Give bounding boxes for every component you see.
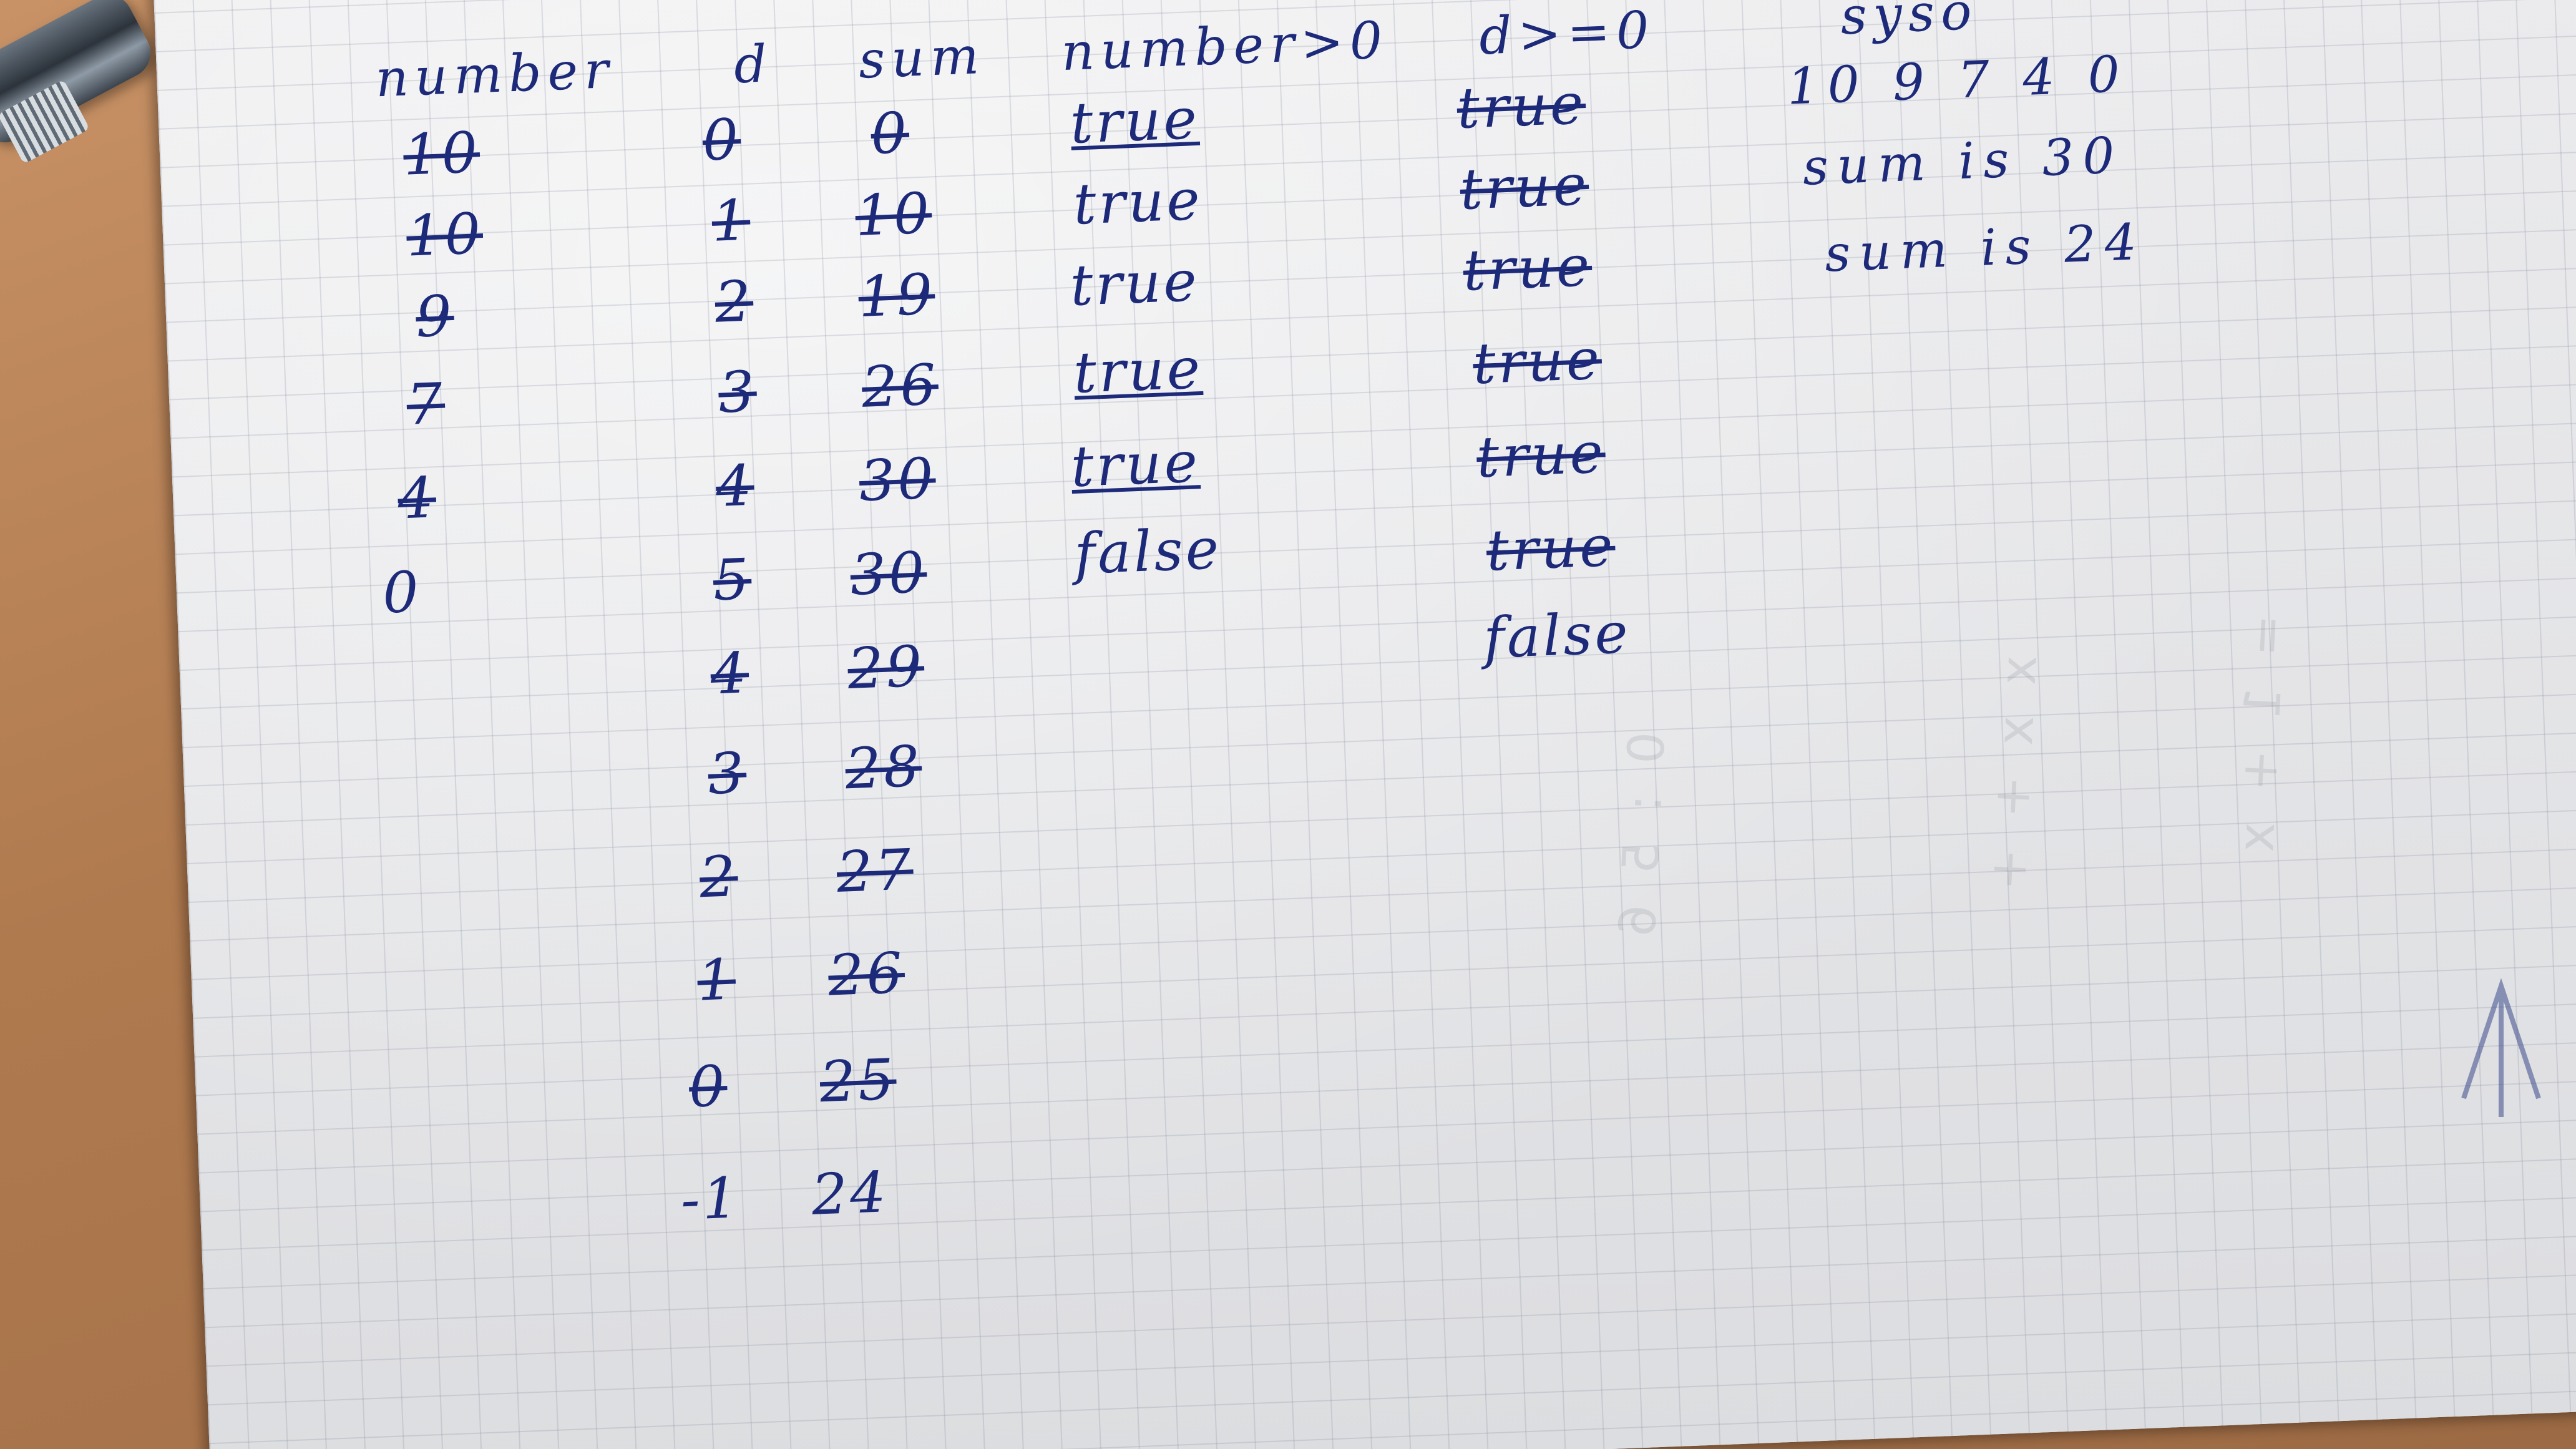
d-cell: 4 (709, 640, 750, 708)
number-cell: 9 (414, 283, 456, 351)
d-cell: 0 (688, 1053, 729, 1121)
header-d: d (733, 34, 774, 95)
show-through-marks: x x + + (1978, 653, 2048, 899)
header-d-greater-equal-zero: d>=0 (1478, 0, 1657, 67)
syso-output-line: 10 9 7 4 0 (1786, 44, 2130, 116)
d-cell: -1 (679, 1165, 742, 1233)
d-cell: 3 (717, 359, 758, 426)
d-cell: 3 (706, 740, 748, 807)
d-cell: 2 (698, 844, 739, 911)
desk-background: x x + + = 1 + x 0 : 5 6 number d sum num… (0, 0, 2576, 1449)
syso-output-line: sum is 30 (1801, 126, 2124, 197)
d-cell: 0 (701, 107, 743, 174)
pen-drawn-arrow-mark (2461, 978, 2541, 1117)
sum-cell: 24 (810, 1159, 890, 1228)
number-greater-zero-cell: false (1073, 516, 1222, 587)
sum-cell: 26 (861, 352, 940, 421)
d-greater-equal-zero-cell: false (1482, 600, 1632, 671)
grid-paper-sheet: x x + + = 1 + x 0 : 5 6 number d sum num… (153, 0, 2576, 1449)
number-greater-zero-cell: true (1069, 248, 1201, 319)
header-syso: syso (1839, 0, 1979, 47)
number-cell: 7 (405, 371, 446, 438)
sum-cell: 26 (827, 940, 906, 1009)
number-greater-zero-cell: true (1072, 335, 1204, 406)
header-number: number (374, 40, 616, 109)
sum-cell: 29 (846, 633, 925, 703)
d-greater-equal-zero-cell: true (1485, 513, 1617, 584)
number-cell: 0 (381, 559, 422, 627)
sum-cell: 0 (869, 100, 910, 167)
syso-output-line: sum is 24 (1823, 212, 2147, 283)
header-sum: sum (857, 26, 987, 90)
d-cell: 5 (711, 546, 753, 614)
d-cell: 2 (713, 268, 755, 336)
d-greater-equal-zero-cell: true (1455, 71, 1588, 142)
sum-cell: 25 (818, 1046, 898, 1116)
number-greater-zero-cell: true (1072, 167, 1204, 238)
d-cell: 4 (715, 452, 756, 520)
d-greater-equal-zero-cell: true (1458, 152, 1591, 223)
d-greater-equal-zero-cell: true (1475, 420, 1607, 491)
sum-cell: 19 (857, 261, 937, 330)
sum-cell: 28 (844, 733, 924, 803)
show-through-marks: = 1 + x (2226, 613, 2296, 861)
d-cell: 1 (710, 187, 752, 255)
header-number-greater-zero: number>0 (1060, 11, 1390, 83)
number-cell: 4 (396, 465, 437, 532)
sum-cell: 27 (836, 837, 915, 905)
number-greater-zero-cell: true (1069, 85, 1201, 157)
sum-cell: 30 (857, 446, 937, 515)
number-cell: 10 (405, 201, 484, 270)
d-cell: 1 (696, 947, 737, 1014)
sum-cell: 10 (854, 180, 934, 250)
d-greater-equal-zero-cell: true (1461, 233, 1594, 304)
show-through-marks: 0 : 5 6 (1608, 730, 1677, 945)
number-cell: 10 (402, 120, 481, 188)
sum-cell: 30 (849, 540, 929, 608)
number-greater-zero-cell: true (1070, 429, 1201, 500)
d-greater-equal-zero-cell: true (1471, 326, 1603, 398)
